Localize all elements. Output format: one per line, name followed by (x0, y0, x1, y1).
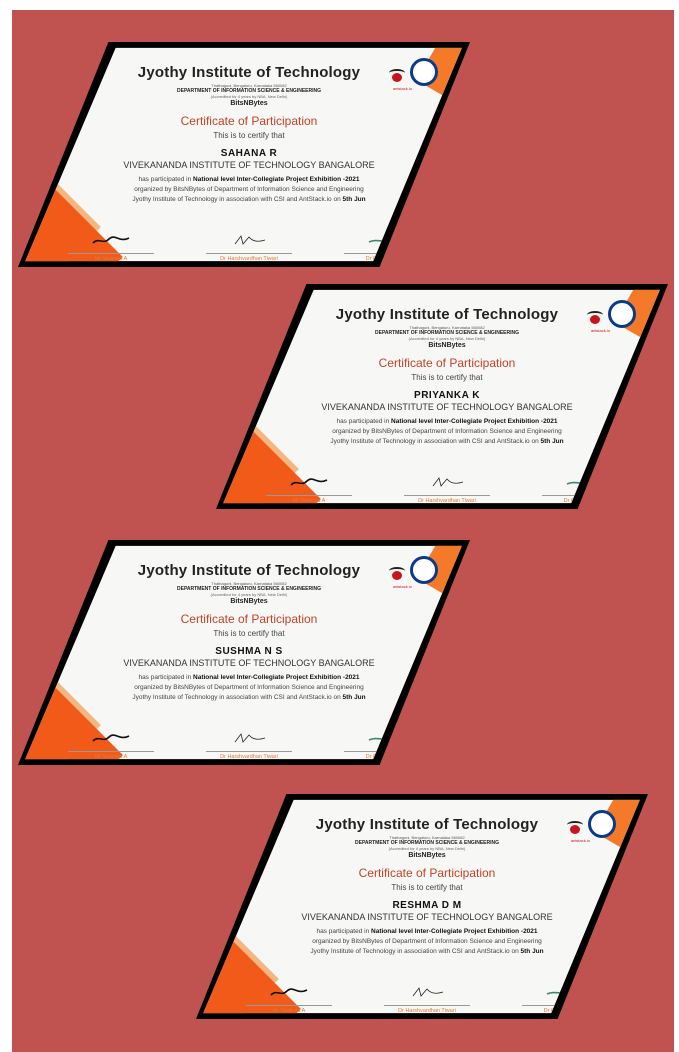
association-line: Jyothy Institute of Technology in associ… (68, 694, 430, 701)
signature-scribble (92, 236, 130, 244)
signature-scribble (92, 734, 130, 742)
event-date: 5th Jun (342, 196, 366, 203)
participation-prefix: has participated in (138, 674, 194, 681)
participant-college: VIVEKANANDA INSTITUTE OF TECHNOLOGY BANG… (123, 160, 375, 170)
organized-line: organized by BitsNBytes of Department of… (312, 938, 542, 945)
accreditation-note: (Accredited for 4 years by NBA, New Delh… (388, 846, 466, 851)
signature-line (404, 495, 490, 496)
participant-name: PRIYANKA K (414, 390, 480, 401)
certify-text: This is to certify that (391, 883, 463, 892)
signature-line (68, 751, 154, 752)
certificate-title: Certificate of Participation (180, 114, 318, 128)
event-date: 5th Jun (342, 694, 366, 701)
signature-scribble (432, 477, 464, 487)
accreditation-note: (Accredited for 4 years by NBA, New Delh… (210, 94, 288, 99)
club-name: BitsNBytes (230, 100, 268, 107)
participant-college: VIVEKANANDA INSTITUTE OF TECHNOLOGY BANG… (301, 912, 553, 922)
event-date: 5th Jun (520, 948, 544, 955)
association-text: Jyothy Institute of Technology in associ… (132, 694, 343, 701)
association-text: Jyothy Institute of Technology in associ… (330, 438, 541, 445)
signature-scribble (290, 478, 328, 486)
institute-name: Jyothy Institute of Technology (137, 64, 361, 81)
association-line: Jyothy Institute of Technology in associ… (266, 438, 628, 445)
participation-line: has participated in National level Inter… (68, 176, 430, 183)
collage-background: antstack.io Jyothy Institute of Technolo… (12, 10, 674, 1052)
accreditation-note: (Accredited for 4 years by NBA, New Delh… (408, 336, 486, 341)
organized-line: organized by BitsNBytes of Department of… (134, 684, 364, 691)
participation-prefix: has participated in (336, 418, 392, 425)
signature-line (206, 253, 292, 254)
certify-text: This is to certify that (213, 629, 285, 638)
signature-line (206, 751, 292, 752)
participant-college: VIVEKANANDA INSTITUTE OF TECHNOLOGY BANG… (321, 402, 573, 412)
event-date: 5th Jun (540, 438, 564, 445)
participation-line: has participated in National level Inter… (266, 418, 628, 425)
signature-line (344, 253, 430, 254)
participation-prefix: has participated in (138, 176, 194, 183)
event-name: National level Inter-Collegiate Project … (371, 928, 538, 935)
signature-line (266, 495, 352, 496)
institute-name: Jyothy Institute of Technology (315, 816, 539, 833)
participation-line: has participated in National level Inter… (246, 928, 608, 935)
certificate-paper: antstack.io Jyothy Institute of Technolo… (223, 289, 660, 504)
participant-name: SAHANA R (220, 148, 278, 159)
club-name: BitsNBytes (428, 342, 466, 349)
event-name: National level Inter-Collegiate Project … (391, 418, 558, 425)
signature-line (246, 1005, 332, 1006)
signature-line (344, 751, 430, 752)
organized-line: organized by BitsNBytes of Department of… (134, 186, 364, 193)
certificate-body: Jyothy Institute of Technology Thathagun… (246, 816, 608, 955)
certificate-body: Jyothy Institute of Technology Thathagun… (266, 306, 628, 445)
signature-scribble (412, 987, 444, 997)
accreditation-note: (Accredited for 4 years by NBA, New Delh… (210, 592, 288, 597)
organized-line: organized by BitsNBytes of Department of… (332, 428, 562, 435)
signature-scribble (234, 733, 266, 743)
certificate-title: Certificate of Participation (180, 612, 318, 626)
club-name: BitsNBytes (230, 598, 268, 605)
certificate-paper: antstack.io Jyothy Institute of Technolo… (25, 545, 462, 760)
certificate-card: antstack.io Jyothy Institute of Technolo… (216, 284, 668, 509)
participation-line: has participated in National level Inter… (68, 674, 430, 681)
signature-line (522, 1005, 608, 1006)
institute-name: Jyothy Institute of Technology (335, 306, 559, 323)
certificate-paper: antstack.io Jyothy Institute of Technolo… (203, 799, 640, 1014)
certificate-title: Certificate of Participation (378, 356, 516, 370)
certificate-card: antstack.io Jyothy Institute of Technolo… (196, 794, 648, 1019)
event-name: National level Inter-Collegiate Project … (193, 176, 360, 183)
participant-name: RESHMA D M (392, 900, 462, 911)
event-name: National level Inter-Collegiate Project … (193, 674, 360, 681)
certify-text: This is to certify that (411, 373, 483, 382)
association-line: Jyothy Institute of Technology in associ… (68, 196, 430, 203)
certificate-title: Certificate of Participation (358, 866, 496, 880)
signature-scribble (234, 235, 266, 245)
signature-line (384, 1005, 470, 1006)
certificate-card: antstack.io Jyothy Institute of Technolo… (18, 42, 470, 267)
participation-prefix: has participated in (316, 928, 372, 935)
signature-line (68, 253, 154, 254)
certificate-body: Jyothy Institute of Technology Thathagun… (68, 64, 430, 203)
signature-scribble (270, 988, 308, 996)
association-line: Jyothy Institute of Technology in associ… (246, 948, 608, 955)
institute-name: Jyothy Institute of Technology (137, 562, 361, 579)
participant-college: VIVEKANANDA INSTITUTE OF TECHNOLOGY BANG… (123, 658, 375, 668)
signature-line (542, 495, 628, 496)
participant-name: SUSHMA N S (215, 646, 283, 657)
association-text: Jyothy Institute of Technology in associ… (132, 196, 343, 203)
certificate-body: Jyothy Institute of Technology Thathagun… (68, 562, 430, 701)
certificate-card: antstack.io Jyothy Institute of Technolo… (18, 540, 470, 765)
certificate-paper: antstack.io Jyothy Institute of Technolo… (25, 47, 462, 262)
association-text: Jyothy Institute of Technology in associ… (310, 948, 521, 955)
certify-text: This is to certify that (213, 131, 285, 140)
club-name: BitsNBytes (408, 852, 446, 859)
